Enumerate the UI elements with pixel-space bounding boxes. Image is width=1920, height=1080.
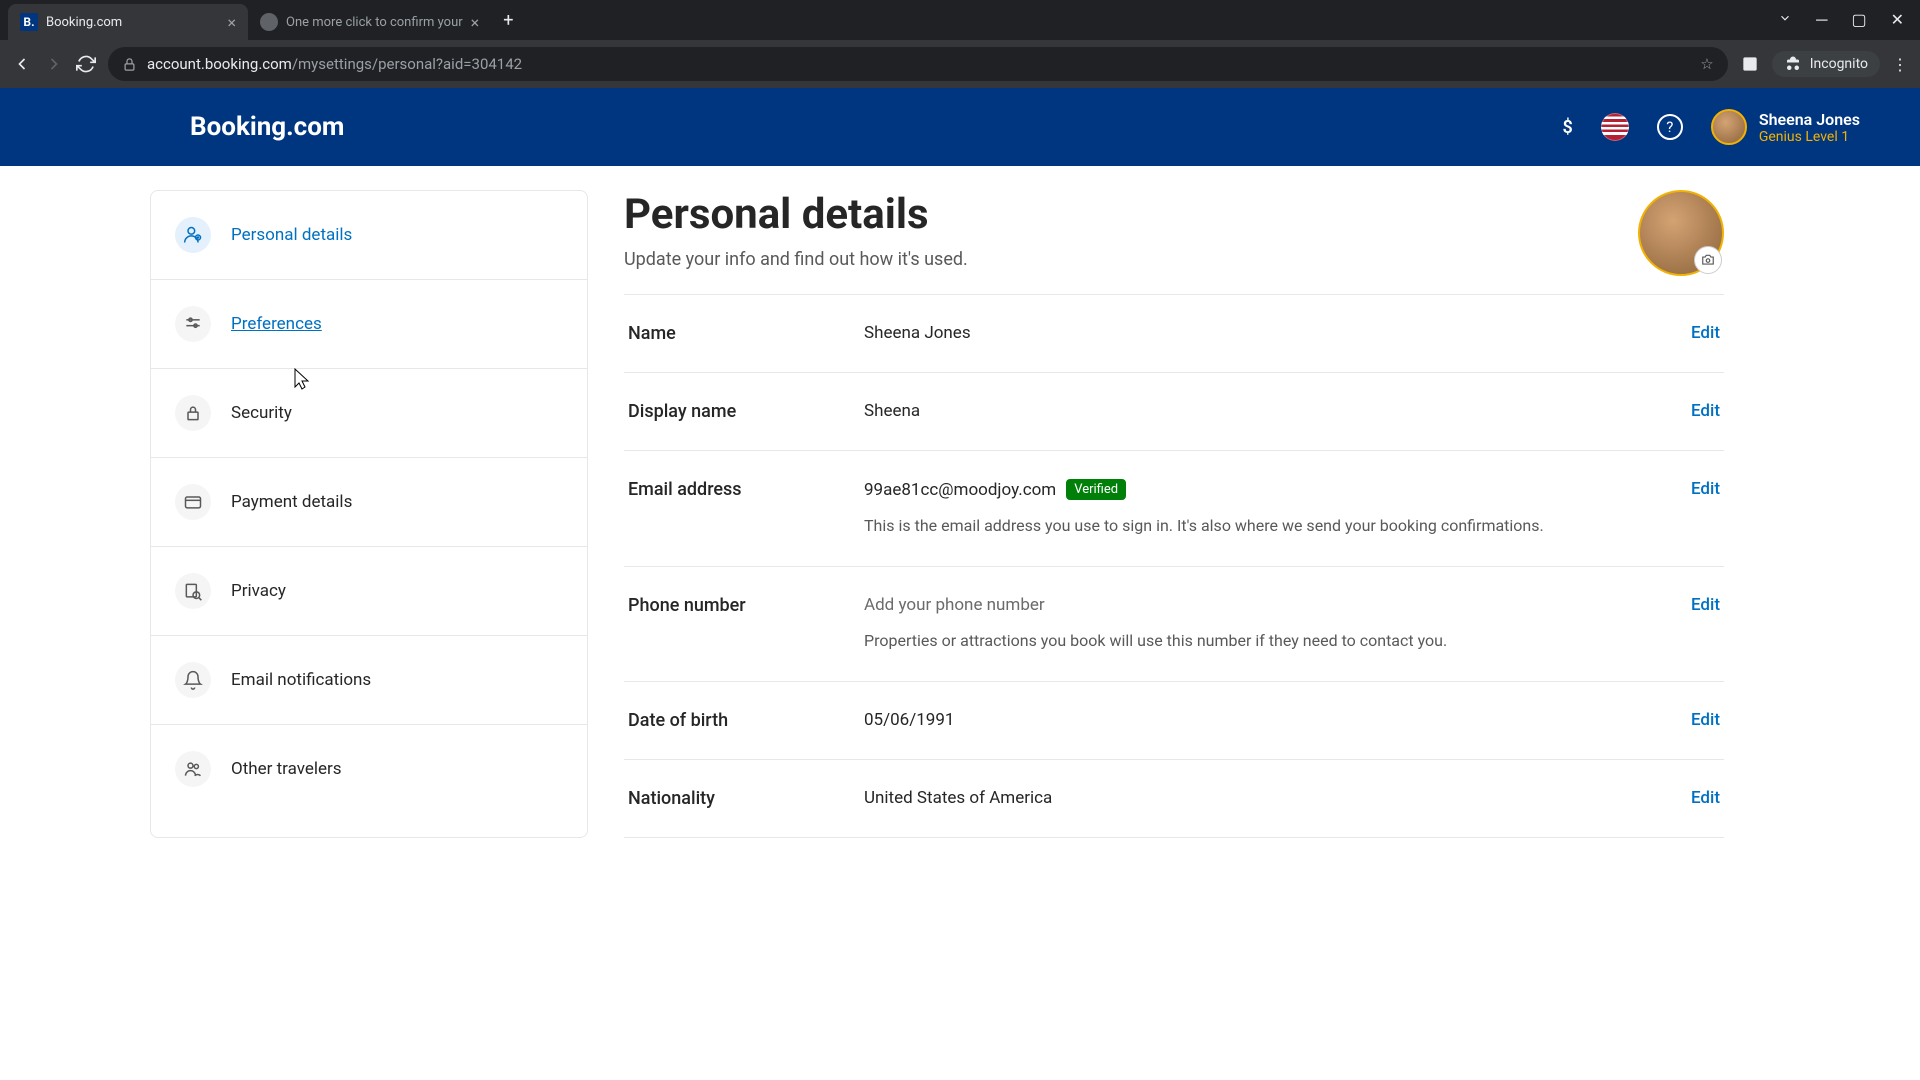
detail-label: Display name (628, 401, 848, 422)
extensions-icon[interactable] (1740, 54, 1760, 74)
incognito-badge[interactable]: Incognito (1772, 51, 1880, 77)
detail-row-dob: Date of birth 05/06/1991 Edit (624, 682, 1724, 760)
page-title: Personal details (624, 190, 1614, 239)
edit-button[interactable]: Edit (1691, 479, 1720, 499)
browser-tab-strip: B. Booking.com × One more click to confi… (0, 0, 1920, 40)
site-header: Booking.com $ ? Sheena Jones Genius Leve… (0, 88, 1920, 166)
detail-help: This is the email address you use to sig… (864, 514, 1544, 538)
booking-logo[interactable]: Booking.com (190, 112, 344, 142)
tab-title: One more click to confirm your (286, 15, 463, 30)
people-icon (175, 751, 211, 787)
address-bar[interactable]: account.booking.com/mysettings/personal?… (108, 47, 1728, 81)
profile-avatar[interactable] (1638, 190, 1724, 276)
card-icon (175, 484, 211, 520)
camera-icon (1694, 246, 1722, 274)
sidebar-item-email-notifications[interactable]: Email notifications (151, 636, 587, 725)
privacy-icon (175, 573, 211, 609)
detail-label: Email address (628, 479, 848, 500)
maximize-icon[interactable]: ▢ (1851, 10, 1866, 30)
browser-tab-active[interactable]: B. Booking.com × (8, 4, 248, 40)
close-window-icon[interactable]: ✕ (1891, 10, 1904, 30)
sliders-icon (175, 306, 211, 342)
user-menu[interactable]: Sheena Jones Genius Level 1 (1711, 109, 1860, 145)
bell-icon (175, 662, 211, 698)
lock-icon (122, 57, 137, 72)
browser-toolbar: account.booking.com/mysettings/personal?… (0, 40, 1920, 88)
detail-label: Phone number (628, 595, 848, 616)
sidebar-item-other-travelers[interactable]: Other travelers (151, 725, 587, 813)
sidebar-item-privacy[interactable]: Privacy (151, 547, 587, 636)
help-icon[interactable]: ? (1657, 114, 1683, 140)
verified-badge: Verified (1066, 479, 1126, 500)
close-tab-icon[interactable]: × (471, 13, 480, 32)
new-tab-button[interactable]: + (491, 10, 525, 31)
detail-placeholder: Add your phone number (864, 595, 1675, 615)
browser-menu-icon[interactable]: ⋮ (1892, 55, 1908, 74)
close-tab-icon[interactable]: × (227, 13, 236, 32)
avatar-icon (1711, 109, 1747, 145)
detail-value: 99ae81cc@moodjoy.com (864, 480, 1056, 500)
sidebar-item-payment-details[interactable]: Payment details (151, 458, 587, 547)
detail-value: 05/06/1991 (864, 710, 1675, 730)
detail-row-name: Name Sheena Jones Edit (624, 295, 1724, 373)
edit-button[interactable]: Edit (1691, 401, 1720, 421)
bookmark-icon[interactable]: ☆ (1700, 55, 1713, 73)
tab-search-icon[interactable] (1778, 10, 1792, 30)
detail-value: Sheena Jones (864, 323, 1675, 343)
detail-row-display-name: Display name Sheena Edit (624, 373, 1724, 451)
sidebar-item-label: Other travelers (231, 759, 342, 779)
sidebar-item-security[interactable]: Security (151, 369, 587, 458)
currency-selector[interactable]: $ (1563, 117, 1573, 138)
browser-tab-inactive[interactable]: One more click to confirm your × (248, 4, 491, 40)
detail-value: United States of America (864, 788, 1675, 808)
sidebar-item-label: Email notifications (231, 670, 371, 690)
sidebar-item-label: Preferences (231, 314, 322, 334)
forward-button[interactable] (44, 54, 64, 74)
sidebar-item-preferences[interactable]: Preferences (151, 280, 587, 369)
minimize-icon[interactable]: ─ (1816, 10, 1827, 30)
user-name: Sheena Jones (1759, 110, 1860, 129)
window-controls: ─ ▢ ✕ (1778, 10, 1912, 30)
page-subtitle: Update your info and find out how it's u… (624, 249, 1614, 270)
detail-label: Name (628, 323, 848, 344)
detail-row-nationality: Nationality United States of America Edi… (624, 760, 1724, 838)
edit-button[interactable]: Edit (1691, 595, 1720, 615)
settings-sidebar: Personal details Preferences Security Pa… (150, 190, 588, 838)
reload-button[interactable] (76, 54, 96, 74)
incognito-icon (1784, 55, 1802, 73)
booking-favicon: B. (20, 13, 38, 31)
sidebar-item-label: Security (231, 403, 292, 423)
detail-label: Nationality (628, 788, 848, 809)
back-button[interactable] (12, 54, 32, 74)
detail-label: Date of birth (628, 710, 848, 731)
detail-row-phone: Phone number Add your phone number Prope… (624, 567, 1724, 682)
globe-favicon (260, 13, 278, 31)
sidebar-item-personal-details[interactable]: Personal details (151, 191, 587, 280)
sidebar-item-label: Personal details (231, 225, 352, 245)
tab-title: Booking.com (46, 15, 219, 30)
lock-icon (175, 395, 211, 431)
edit-button[interactable]: Edit (1691, 710, 1720, 730)
user-level: Genius Level 1 (1759, 129, 1860, 145)
sidebar-item-label: Privacy (231, 581, 286, 601)
language-flag-icon[interactable] (1601, 113, 1629, 141)
edit-button[interactable]: Edit (1691, 323, 1720, 343)
detail-value: Sheena (864, 401, 1675, 421)
detail-help: Properties or attractions you book will … (864, 629, 1544, 653)
main-content: Personal details Update your info and fi… (624, 190, 1764, 838)
edit-button[interactable]: Edit (1691, 788, 1720, 808)
incognito-label: Incognito (1810, 56, 1868, 72)
detail-row-email: Email address 99ae81cc@moodjoy.com Verif… (624, 451, 1724, 567)
sidebar-item-label: Payment details (231, 492, 352, 512)
url-text: account.booking.com/mysettings/personal?… (147, 55, 522, 73)
person-icon (175, 217, 211, 253)
